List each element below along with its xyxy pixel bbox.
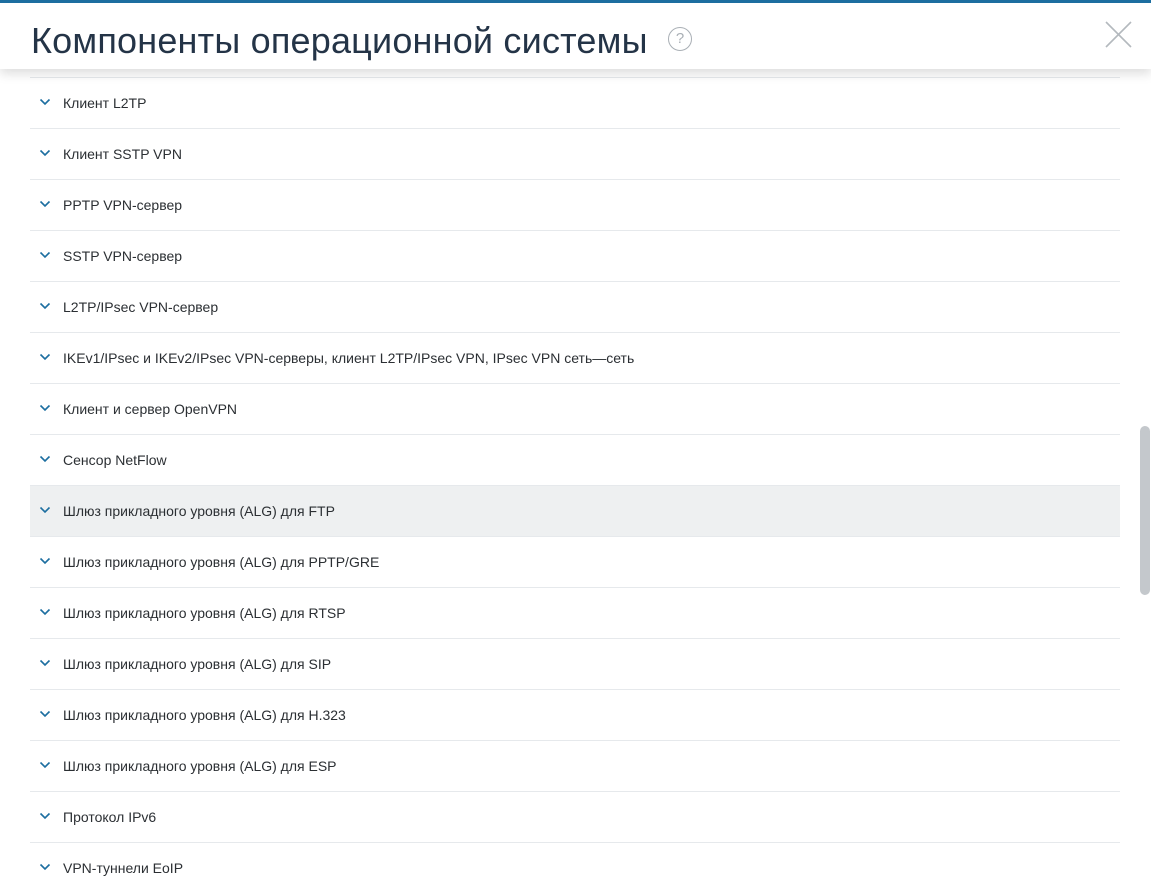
chevron-down-icon[interactable]	[39, 506, 51, 514]
component-label: PPTP VPN-сервер	[63, 197, 183, 213]
component-item[interactable]: Клиент SSTP VPN	[30, 128, 1120, 179]
component-item[interactable]: PPTP VPN-сервер	[30, 179, 1120, 230]
component-label: Клиент SSTP VPN	[63, 146, 182, 162]
component-item[interactable]: Шлюз прикладного уровня (ALG) для PPTP/G…	[30, 536, 1120, 587]
chevron-down-icon[interactable]	[39, 404, 51, 412]
component-label: Клиент и сервер OpenVPN	[63, 401, 238, 417]
chevron-down-icon[interactable]	[39, 200, 51, 208]
component-label: L2TP/IPsec VPN-сервер	[63, 299, 219, 315]
component-item[interactable]: Шлюз прикладного уровня (ALG) для FTP	[30, 485, 1120, 536]
component-list: Клиент L2TP Клиент SSTP VPN PPTP VPN-серве…	[30, 77, 1120, 882]
chevron-down-icon[interactable]	[39, 149, 51, 157]
component-label: VPN-туннели EoIP	[63, 860, 184, 876]
component-label: SSTP VPN-сервер	[63, 248, 183, 264]
component-item[interactable]: L2TP/IPsec VPN-сервер	[30, 281, 1120, 332]
component-item[interactable]: Шлюз прикладного уровня (ALG) для SIP	[30, 638, 1120, 689]
component-label: Шлюз прикладного уровня (ALG) для PPTP/G…	[63, 554, 380, 570]
page-title: Компоненты операционной системы	[31, 20, 648, 61]
chevron-down-icon[interactable]	[39, 710, 51, 718]
scrollbar-thumb[interactable]	[1140, 426, 1150, 595]
close-icon[interactable]	[1104, 20, 1133, 49]
question-circle-icon[interactable]: ?	[668, 27, 692, 51]
top-accent-bar	[0, 0, 1151, 3]
chevron-down-icon[interactable]	[39, 353, 51, 361]
chevron-down-icon[interactable]	[39, 302, 51, 310]
component-item[interactable]: IKEv1/IPsec и IKEv2/IPsec VPN-серверы, к…	[30, 332, 1120, 383]
chevron-down-icon[interactable]	[39, 812, 51, 820]
component-label: Шлюз прикладного уровня (ALG) для SIP	[63, 656, 332, 672]
component-item[interactable]: Шлюз прикладного уровня (ALG) для ESP	[30, 740, 1120, 791]
component-label: Клиент L2TP	[63, 95, 147, 111]
component-item[interactable]: Клиент L2TP	[30, 77, 1120, 128]
component-item[interactable]: Клиент и сервер OpenVPN	[30, 383, 1120, 434]
chevron-down-icon[interactable]	[39, 98, 51, 106]
component-item[interactable]: Шлюз прикладного уровня (ALG) для H.323	[30, 689, 1120, 740]
chevron-down-icon[interactable]	[39, 557, 51, 565]
chevron-down-icon[interactable]	[39, 761, 51, 769]
modal-header: Компоненты операционной системы ?	[0, 3, 1151, 69]
component-item[interactable]: Шлюз прикладного уровня (ALG) для RTSP	[30, 587, 1120, 638]
component-label: Шлюз прикладного уровня (ALG) для H.323	[63, 707, 346, 723]
component-item[interactable]: Протокол IPv6	[30, 791, 1120, 842]
components-modal: Компоненты операционной системы ? Клиент…	[0, 0, 1151, 882]
chevron-down-icon[interactable]	[39, 659, 51, 667]
component-label: Сенсор NetFlow	[63, 452, 167, 468]
component-item[interactable]: Сенсор NetFlow	[30, 434, 1120, 485]
chevron-down-icon[interactable]	[39, 863, 51, 871]
component-label: Протокол IPv6	[63, 809, 157, 825]
component-label: Шлюз прикладного уровня (ALG) для RTSP	[63, 605, 346, 621]
chevron-down-icon[interactable]	[39, 608, 51, 616]
component-label: Шлюз прикладного уровня (ALG) для ESP	[63, 758, 337, 774]
component-label: IKEv1/IPsec и IKEv2/IPsec VPN-серверы, к…	[63, 350, 635, 366]
component-label: Шлюз прикладного уровня (ALG) для FTP	[63, 503, 335, 519]
chevron-down-icon[interactable]	[39, 251, 51, 259]
component-item[interactable]: VPN-туннели EoIP	[30, 842, 1120, 882]
component-item[interactable]: SSTP VPN-сервер	[30, 230, 1120, 281]
chevron-down-icon[interactable]	[39, 455, 51, 463]
